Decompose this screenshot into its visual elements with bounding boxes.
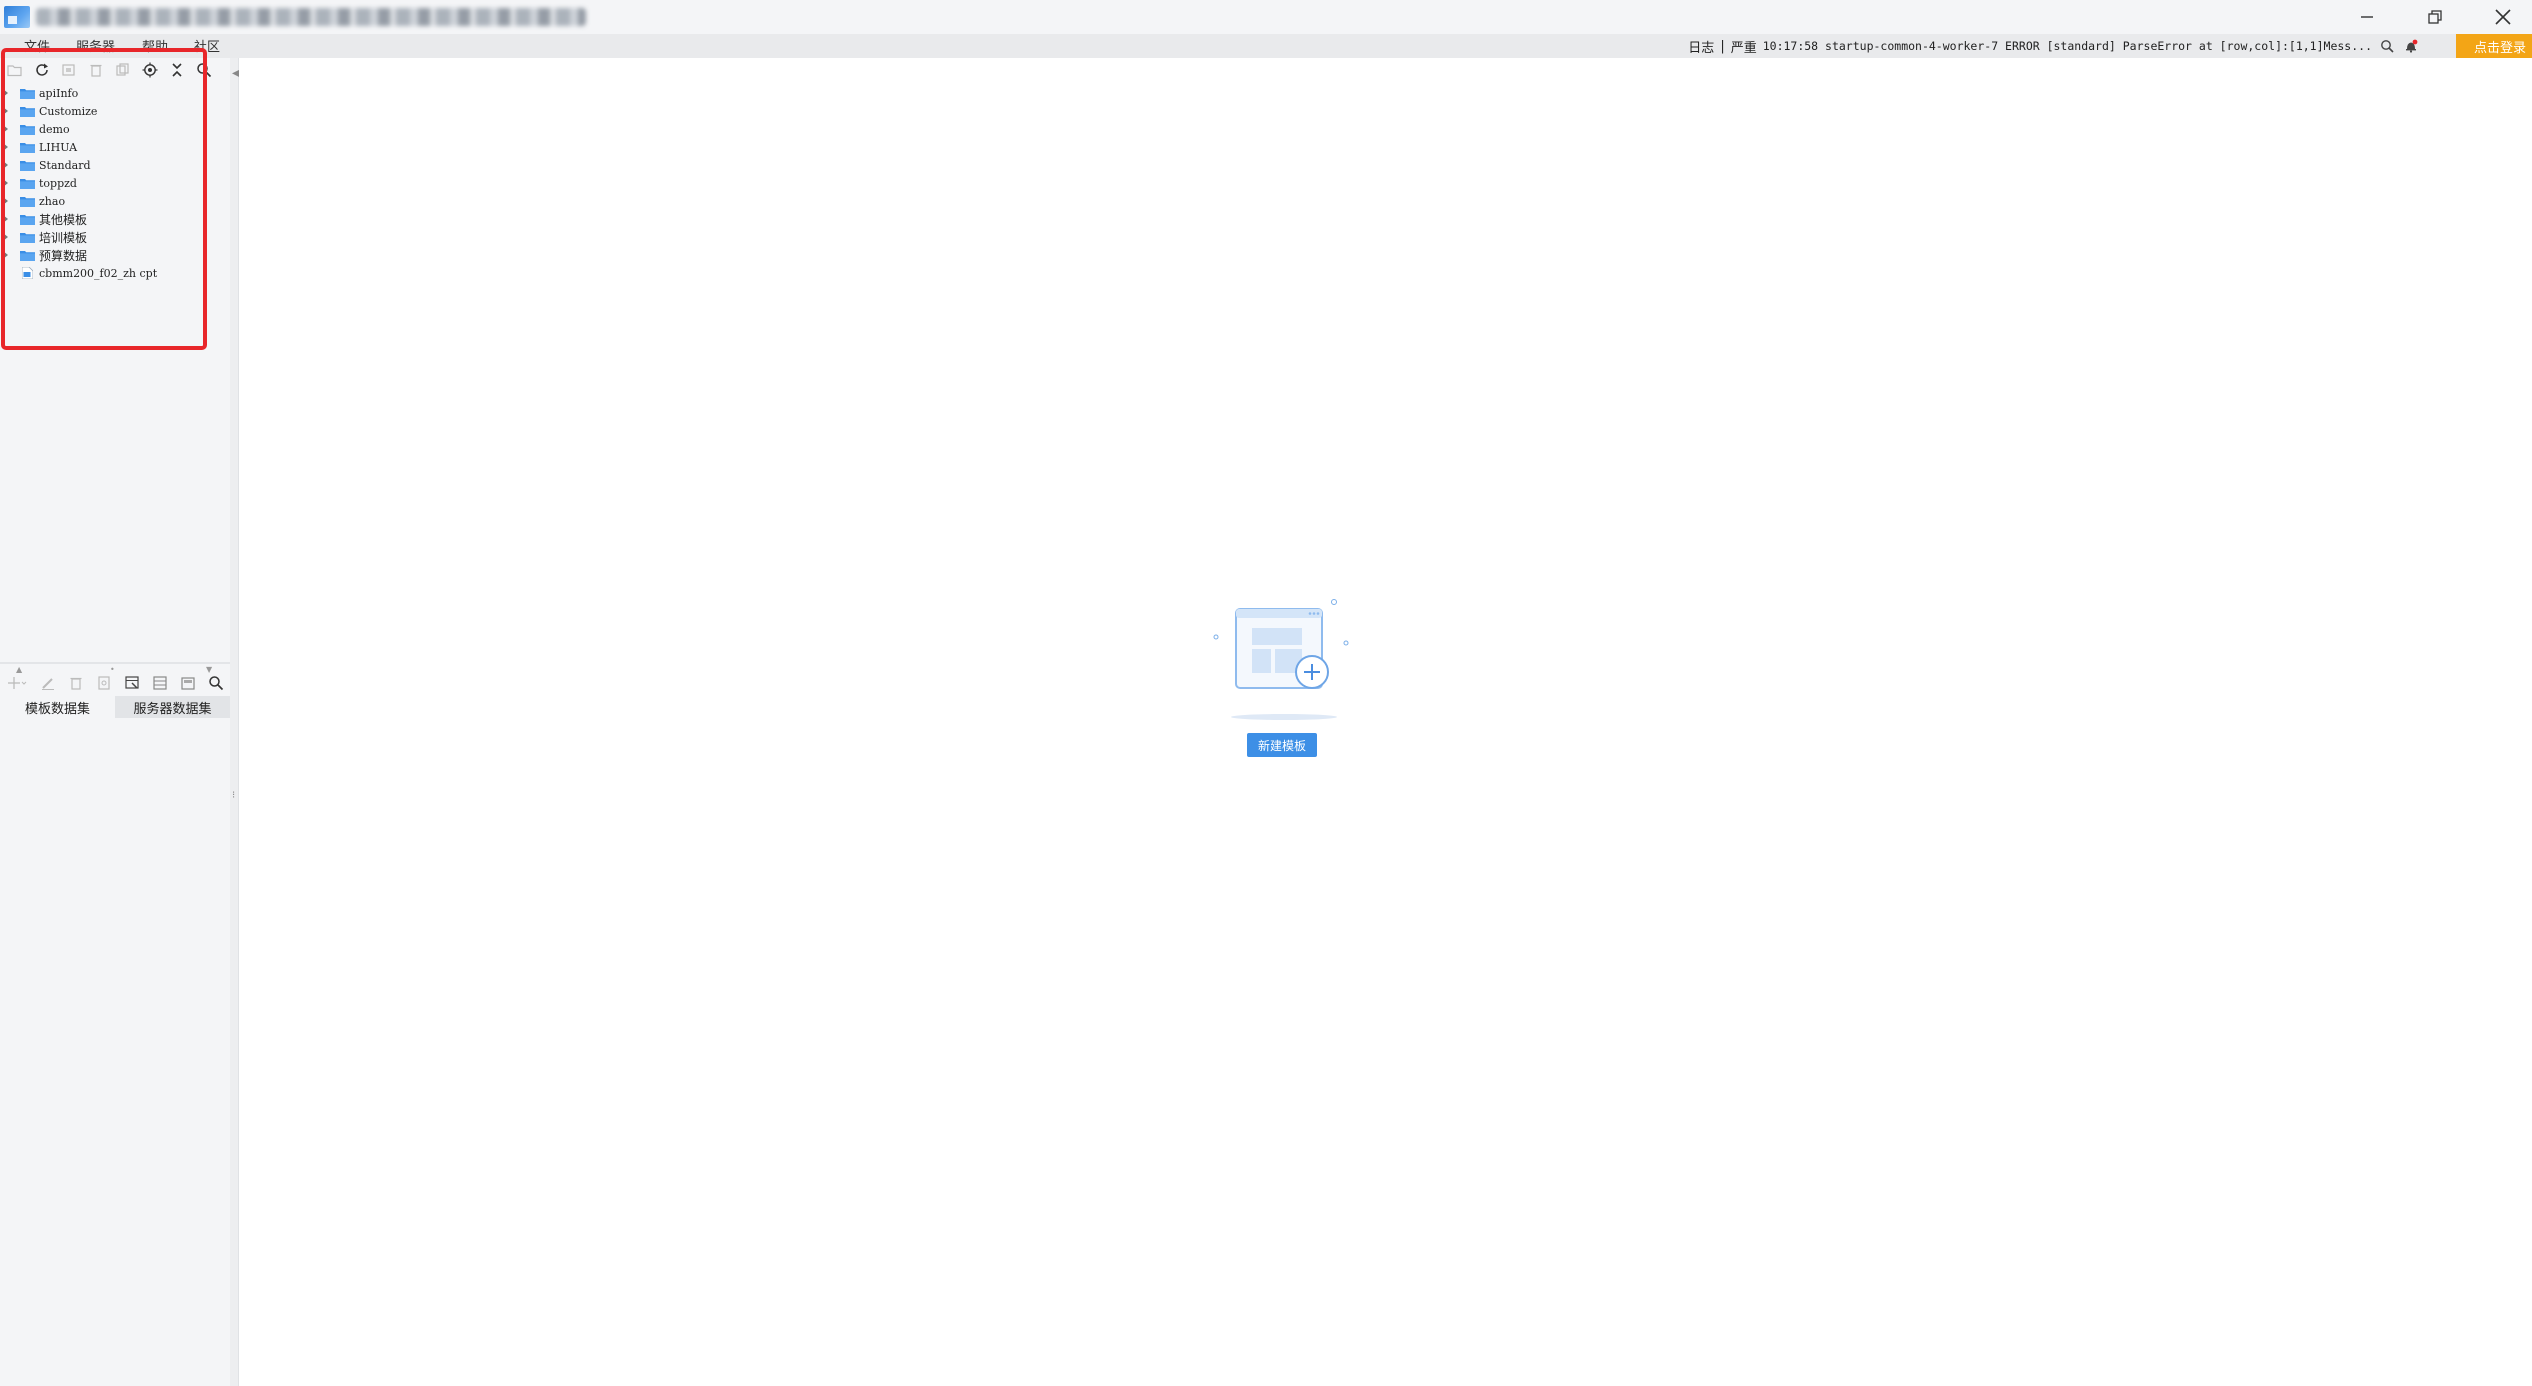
expand-arrow-icon[interactable]: [3, 89, 8, 97]
folder-icon: [20, 250, 35, 261]
tree-item[interactable]: cbmm200_f02_zh cpt: [0, 264, 210, 282]
tree-item[interactable]: Customize: [0, 102, 210, 120]
tree-item[interactable]: 预算数据: [0, 246, 210, 264]
dataset-tabs: 模板数据集 服务器数据集: [0, 696, 230, 718]
restore-icon[interactable]: [2400, 0, 2470, 34]
template-tree: apiInfo Customize demo LIHUA Standard to…: [0, 84, 210, 282]
add-dataset-icon[interactable]: [4, 673, 30, 694]
tree-item[interactable]: Standard: [0, 156, 210, 174]
server-dataset-icon[interactable]: [149, 673, 170, 694]
tree-item-label: Customize: [39, 104, 98, 118]
menu-bar: 文件 服务器 帮助 社区 日志 | 严重 10:17:58 startup-co…: [0, 34, 2532, 59]
tree-item-label: demo: [39, 122, 70, 136]
tree-item-label: toppzd: [39, 176, 77, 190]
table-edit-icon[interactable]: [121, 673, 142, 694]
expand-arrow-icon[interactable]: [3, 215, 8, 223]
log-label[interactable]: 日志: [1688, 37, 1714, 56]
folder-icon: [20, 160, 35, 171]
tree-item[interactable]: zhao: [0, 192, 210, 210]
menu-community[interactable]: 社区: [194, 36, 220, 55]
folder-icon: [20, 232, 35, 243]
main-editor-area: [239, 58, 2532, 1386]
search-icon[interactable]: [205, 673, 226, 694]
tree-item[interactable]: apiInfo: [0, 84, 210, 102]
window-title-redacted: [36, 8, 586, 26]
panel-divider[interactable]: [0, 662, 230, 664]
notification-bell-icon[interactable]: [2402, 37, 2420, 55]
new-template-button[interactable]: 新建模板: [1247, 733, 1317, 757]
login-button[interactable]: 点击登录: [2456, 34, 2532, 58]
empty-template-illustration: [1213, 599, 1349, 720]
folder-icon: [20, 178, 35, 189]
tree-item-label: LIHUA: [39, 140, 78, 154]
search-icon[interactable]: [2378, 37, 2396, 55]
search-icon[interactable]: [193, 60, 214, 81]
expand-arrow-icon[interactable]: [3, 143, 8, 151]
tab-template-dataset[interactable]: 模板数据集: [0, 696, 115, 718]
expand-arrow-icon[interactable]: [3, 179, 8, 187]
tree-item-label: 培训模板: [39, 230, 88, 245]
app-logo-icon: [4, 6, 30, 28]
template-file-icon: [22, 267, 33, 279]
locate-icon[interactable]: [139, 60, 160, 81]
collapse-all-icon[interactable]: [166, 60, 187, 81]
splitter-grip-icon[interactable]: ⁝: [232, 790, 235, 801]
expand-arrow-icon[interactable]: [3, 251, 8, 259]
tab-server-dataset[interactable]: 服务器数据集: [115, 696, 230, 718]
tree-item-label: zhao: [39, 194, 66, 208]
tree-item-label: 预算数据: [39, 248, 88, 263]
template-toolbar: [4, 58, 214, 82]
tree-item[interactable]: 培训模板: [0, 228, 210, 246]
tree-item[interactable]: 其他模板: [0, 210, 210, 228]
log-severity: 严重: [1730, 40, 1757, 56]
edit-icon[interactable]: [37, 673, 58, 694]
delete-icon[interactable]: [85, 60, 106, 81]
tree-item[interactable]: demo: [0, 120, 210, 138]
left-panel: apiInfo Customize demo LIHUA Standard to…: [0, 58, 230, 1386]
folder-icon: [20, 214, 35, 225]
expand-arrow-icon[interactable]: [3, 197, 8, 205]
menu-server[interactable]: 服务器: [76, 36, 115, 55]
copy-icon[interactable]: [112, 60, 133, 81]
delete-icon[interactable]: [65, 673, 86, 694]
panel-splitter[interactable]: [230, 58, 239, 1386]
export-icon[interactable]: [58, 60, 79, 81]
preview-icon[interactable]: [93, 673, 114, 694]
dataset-toolbar: [4, 672, 226, 694]
database-icon[interactable]: [177, 673, 198, 694]
log-separator: |: [1720, 38, 1725, 54]
folder-icon: [20, 196, 35, 207]
folder-icon: [20, 124, 35, 135]
tree-item-label: cbmm200_f02_zh cpt: [39, 266, 158, 280]
log-bar[interactable]: 日志 | 严重 10:17:58 startup-common-4-worker…: [1688, 34, 2420, 58]
folder-icon: [20, 106, 35, 117]
tree-item-label: Standard: [39, 158, 91, 172]
log-message: 10:17:58 startup-common-4-worker-7 ERROR…: [1762, 39, 2372, 53]
refresh-icon[interactable]: [31, 60, 52, 81]
tree-item[interactable]: LIHUA: [0, 138, 210, 156]
expand-arrow-icon[interactable]: [3, 161, 8, 169]
close-icon[interactable]: [2468, 0, 2532, 34]
minimize-icon[interactable]: [2332, 0, 2402, 34]
folder-icon: [20, 142, 35, 153]
menu-help[interactable]: 帮助: [142, 36, 168, 55]
menu-file[interactable]: 文件: [24, 36, 50, 55]
tree-item-label: 其他模板: [39, 212, 88, 227]
expand-arrow-icon[interactable]: [3, 107, 8, 115]
tree-item[interactable]: toppzd: [0, 174, 210, 192]
tree-item-label: apiInfo: [39, 86, 79, 100]
open-folder-icon[interactable]: [4, 60, 25, 81]
expand-arrow-icon[interactable]: [3, 125, 8, 133]
title-bar: [0, 0, 2532, 34]
expand-arrow-icon[interactable]: [3, 233, 8, 241]
folder-icon: [20, 88, 35, 99]
